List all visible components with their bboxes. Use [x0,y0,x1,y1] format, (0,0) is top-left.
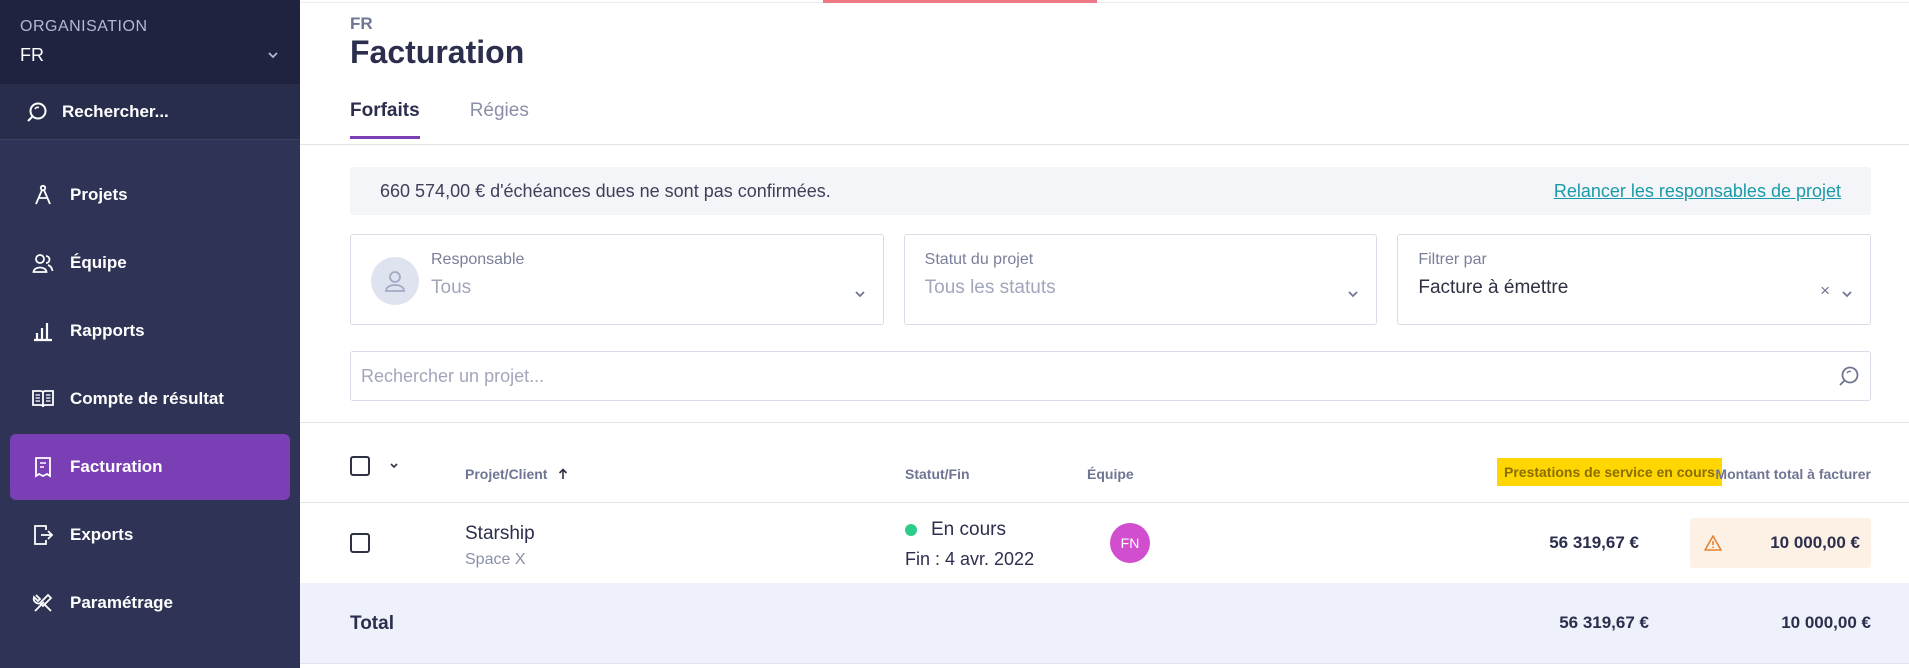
loading-bar [823,0,1097,3]
chevron-down-icon [1348,291,1358,298]
sidebar-item-rapports[interactable]: Rapports [10,298,290,364]
filter-label: Statut du projet [924,251,1034,268]
montant-cell: 10 000,00 € [1690,518,1871,568]
prestations-amount: 56 319,67 € [1549,533,1639,552]
remind-managers-link[interactable]: Relancer les responsables de projet [1554,181,1841,202]
total-row: Total 56 319,67 € 10 000,00 € [300,583,1909,663]
client-name: Space X [465,551,526,568]
sidebar-item-facturation[interactable]: Facturation [10,434,290,500]
avatar[interactable]: FN [1110,523,1150,563]
sidebar-item-exports[interactable]: Exports [10,502,290,568]
status-text: En cours [931,519,1006,540]
org-code: FR [350,14,373,33]
team-icon [30,250,56,276]
montant-box[interactable]: 10 000,00 € [1690,518,1871,568]
sidebar-item-label: Paramétrage [70,593,174,612]
search-icon[interactable] [1838,365,1860,387]
project-name[interactable]: Starship [465,523,535,545]
row-checkbox[interactable] [350,533,370,553]
filtrer-par-filter[interactable]: Filtrer par Facture à émettre × [1397,234,1872,325]
project-search [350,351,1871,401]
filter-value: Facture à émettre [1418,277,1569,298]
column-projet-client[interactable]: Projet/Client [465,466,569,482]
tabs-divider [300,144,1909,145]
project-cell: Starship Space X [465,523,535,569]
total-divider [300,663,1909,664]
responsable-filter[interactable]: Responsable Tous [350,234,884,325]
sidebar-item-label: Rapports [70,321,145,340]
table-row[interactable]: Starship Space X En cours Fin : 4 avr. 2… [300,503,1909,583]
clear-filter-icon[interactable]: × [1820,281,1830,301]
project-search-input[interactable] [361,365,1838,387]
tab-regies[interactable]: Régies [470,100,529,139]
sidebar-item-equipe[interactable]: Équipe [10,230,290,296]
sidebar-item-label: Équipe [70,253,127,272]
tab-bar: Forfaits Régies [350,100,529,139]
tab-forfaits[interactable]: Forfaits [350,100,420,139]
sort-ascending-icon [559,468,568,479]
column-statut-fin[interactable]: Statut/Fin [905,466,970,482]
sidebar-item-compte-de-resultat[interactable]: Compte de résultat [10,366,290,432]
export-icon [30,522,56,548]
banner-text: 660 574,00 € d'échéances dues ne sont pa… [380,180,831,201]
column-prestations[interactable]: Prestations de service en cours [1497,458,1722,486]
sidebar-item-label: Compte de résultat [70,389,224,408]
organisation-selector[interactable]: ORGANISATION FR [0,0,300,84]
compass-icon [30,182,56,208]
main-content: FR Facturation Forfaits Régies 660 574,0… [300,0,1909,668]
end-date: Fin : 4 avr. 2022 [905,549,1035,569]
montant-amount: 10 000,00 € [1770,533,1860,552]
column-montant[interactable]: Montant total à facturer [1715,466,1871,482]
sidebar-search[interactable]: Rechercher... [0,84,300,140]
table-header: Projet/Client Statut/Fin Équipe Prestati… [350,452,1871,502]
status-dot-icon [905,524,917,536]
sidebar-nav: Projets Équipe Rapports Compte de résult… [0,140,300,636]
search-icon [27,102,47,122]
filter-label: Filtrer par [1418,251,1487,268]
total-prestations: 56 319,67 € [1559,613,1649,632]
column-equipe[interactable]: Équipe [1087,466,1134,482]
chevron-down-icon[interactable] [388,460,400,472]
sidebar-search-label: Rechercher... [62,101,169,121]
page-title: Facturation [350,34,525,70]
column-label: Projet/Client [465,466,548,482]
team-cell: FN [1110,523,1150,563]
book-icon [30,386,56,412]
search-divider [300,422,1909,423]
statut-filter[interactable]: Statut du projet Tous les statuts [903,234,1378,325]
filters: Responsable Tous Statut du projet Tous l… [350,234,1872,325]
total-montant: 10 000,00 € [1781,613,1871,632]
chevron-down-icon [1842,291,1852,298]
sidebar-item-label: Facturation [70,457,163,476]
select-all-checkbox[interactable] [350,456,370,476]
filter-label: Responsable [431,251,525,268]
chevron-down-icon [268,52,278,59]
filter-value: Tous les statuts [924,277,1056,298]
sidebar-item-parametrage[interactable]: Paramétrage [10,570,290,636]
invoice-icon [30,454,56,480]
sidebar-item-projets[interactable]: Projets [10,162,290,228]
top-divider [300,2,1909,3]
tools-icon [30,590,56,616]
bar-chart-icon [30,318,56,344]
sidebar-item-label: Projets [70,185,128,204]
organisation-label: ORGANISATION [20,18,148,35]
sidebar: ORGANISATION FR Rechercher... Projets Éq… [0,0,300,668]
info-banner: 660 574,00 € d'échéances dues ne sont pa… [350,167,1871,215]
status-cell: En cours Fin : 4 avr. 2022 [905,519,1034,570]
filter-value: Tous [431,277,472,298]
user-placeholder-icon [371,257,419,305]
organisation-value: FR [20,45,44,65]
sidebar-item-label: Exports [70,525,134,544]
chevron-down-icon [855,291,865,298]
warning-icon [1704,535,1722,551]
total-label: Total [350,613,394,634]
